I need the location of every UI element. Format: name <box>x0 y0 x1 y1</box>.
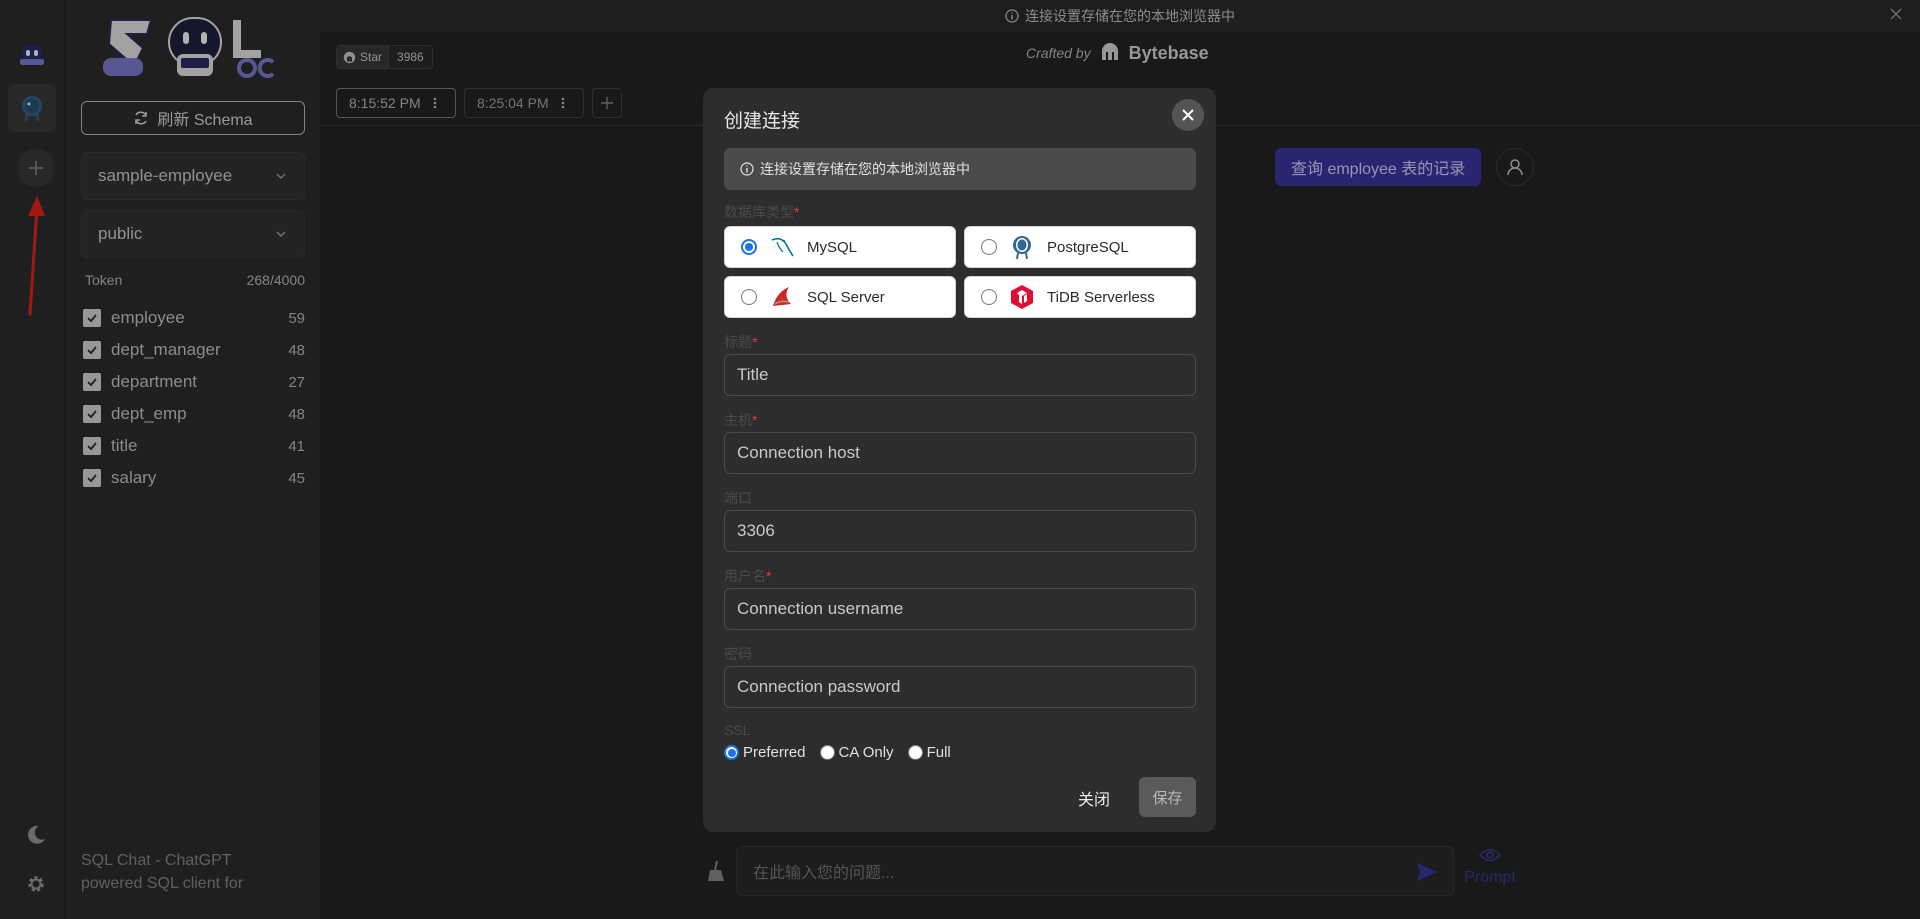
radio-unselected-icon[interactable] <box>981 289 997 305</box>
ssl-label: SSL <box>724 722 751 738</box>
tidb-icon <box>1009 284 1035 310</box>
port-input[interactable]: 3306 <box>724 510 1196 552</box>
save-button[interactable]: 保存 <box>1139 777 1196 817</box>
db-option-sqlserver[interactable]: SQL Server <box>724 276 956 318</box>
host-label: 主机* <box>724 412 758 428</box>
mysql-icon <box>769 234 795 260</box>
create-connection-modal: 创建连接 连接设置存储在您的本地浏览器中 数据库类型* MySQL Postgr… <box>703 88 1216 832</box>
app-root: 刷新 Schema sample-employee public Token 2… <box>0 0 1920 919</box>
radio-selected-icon[interactable] <box>741 239 757 255</box>
username-input[interactable]: Connection username <box>724 588 1196 630</box>
sql-server-icon <box>769 284 795 310</box>
db-option-label: MySQL <box>807 238 858 256</box>
db-option-label: TiDB Serverless <box>1047 288 1155 306</box>
modal-close-button[interactable] <box>1172 99 1204 131</box>
db-option-label: SQL Server <box>807 288 885 306</box>
host-input[interactable]: Connection host <box>724 432 1196 474</box>
close-button[interactable]: 关闭 <box>1078 786 1110 810</box>
ssl-option-preferred[interactable]: Preferred <box>724 744 806 761</box>
info-icon <box>740 162 754 176</box>
ssl-option-full[interactable]: Full <box>907 744 951 761</box>
port-label: 端口 <box>724 490 752 506</box>
db-option-postgresql[interactable]: PostgreSQL <box>964 226 1196 268</box>
ssl-options: Preferred CA Only Full <box>724 744 959 761</box>
postgresql-icon <box>1009 234 1035 260</box>
radio-unselected-icon[interactable] <box>741 289 757 305</box>
title-label: 标题* <box>724 334 758 350</box>
radio-unselected-icon[interactable] <box>907 745 923 760</box>
close-icon <box>1182 109 1194 121</box>
password-input[interactable]: Connection password <box>724 666 1196 708</box>
db-type-label: 数据库类型* <box>724 204 800 220</box>
radio-unselected-icon[interactable] <box>981 239 997 255</box>
db-option-label: PostgreSQL <box>1047 238 1129 256</box>
modal-info-text: 连接设置存储在您的本地浏览器中 <box>760 161 970 177</box>
ssl-option-ca-only[interactable]: CA Only <box>819 744 894 761</box>
radio-selected-icon[interactable] <box>724 745 739 760</box>
radio-unselected-icon[interactable] <box>819 745 835 760</box>
db-option-tidb[interactable]: TiDB Serverless <box>964 276 1196 318</box>
password-label: 密码 <box>724 646 752 662</box>
username-label: 用户名* <box>724 568 772 584</box>
modal-info-box: 连接设置存储在您的本地浏览器中 <box>724 148 1196 190</box>
db-option-mysql[interactable]: MySQL <box>724 226 956 268</box>
modal-title: 创建连接 <box>724 111 801 132</box>
title-input[interactable]: Title <box>724 354 1196 396</box>
